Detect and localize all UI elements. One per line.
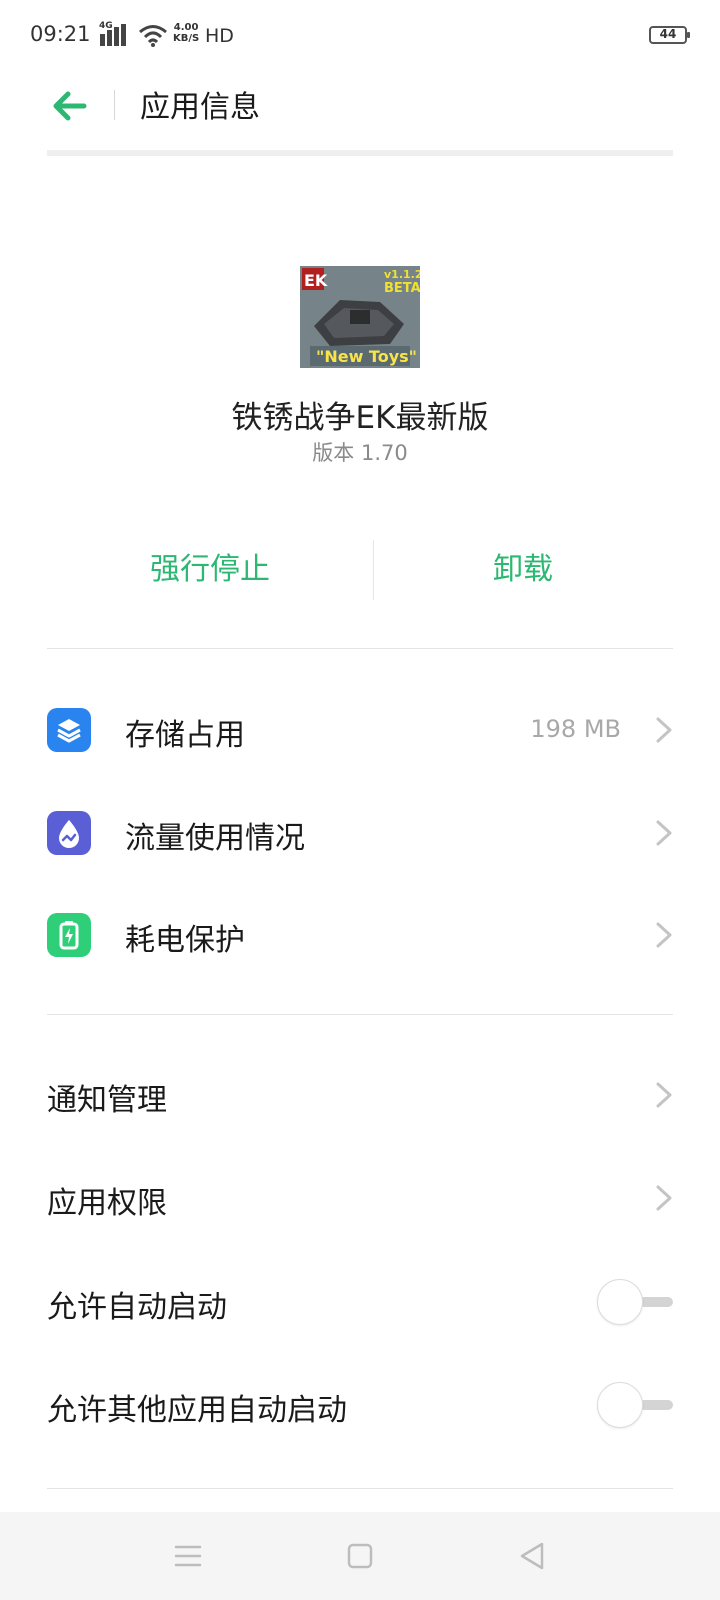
data-usage-icon [47, 811, 91, 855]
toggle-track [639, 1297, 673, 1307]
storage-value: 198 MB [530, 715, 621, 743]
uninstall-button[interactable]: 卸载 [373, 530, 673, 610]
storage-label: 存储占用 [125, 718, 245, 753]
chevron-right-icon [656, 922, 672, 948]
chevron-right-icon [656, 717, 672, 743]
auto-start-label: 允许自动启动 [47, 1290, 227, 1325]
battery-level: 44 [659, 27, 677, 41]
auto-start-toggle[interactable] [597, 1279, 673, 1325]
toggle-track [639, 1400, 673, 1410]
home-icon[interactable] [340, 1536, 380, 1576]
data-usage-row[interactable]: 流量使用情况 [47, 788, 673, 878]
header-rule [47, 150, 673, 156]
chevron-right-icon [656, 1185, 672, 1211]
power-protection-row[interactable]: 耗电保护 [47, 890, 673, 980]
network-speed: 4.00 KB/S [173, 22, 199, 44]
other-apps-auto-start-toggle[interactable] [597, 1382, 673, 1428]
power-protection-label: 耗电保护 [125, 923, 245, 958]
auto-start-row: 允许自动启动 [47, 1257, 673, 1347]
navigation-bar [0, 1512, 720, 1600]
battery-icon: 44 [649, 26, 690, 44]
header-divider [114, 90, 115, 120]
wifi-icon [139, 25, 167, 47]
storage-row[interactable]: 存储占用 198 MB [47, 685, 673, 775]
app-version: 版本 1.70 [312, 441, 408, 465]
header: 应用信息 [0, 72, 720, 152]
layers-icon [47, 708, 91, 752]
app-permissions-label: 应用权限 [47, 1186, 167, 1221]
svg-text:BETA: BETA [384, 281, 420, 296]
notification-management-row[interactable]: 通知管理 [47, 1050, 673, 1140]
force-stop-button[interactable]: 强行停止 [47, 530, 373, 610]
other-apps-auto-start-label: 允许其他应用自动启动 [47, 1393, 347, 1428]
svg-text:EK: EK [304, 271, 328, 290]
svg-text:"New Toys": "New Toys" [316, 347, 417, 366]
section-divider [47, 1014, 673, 1015]
chevron-right-icon [656, 820, 672, 846]
speed-unit: KB/S [173, 33, 200, 44]
battery-icon [47, 913, 91, 957]
speed-value: 4.00 [173, 22, 199, 33]
back-icon[interactable] [512, 1536, 552, 1576]
hd-indicator: HD [205, 25, 234, 47]
app-name: 铁锈战争EK最新版 [231, 400, 489, 436]
other-apps-auto-start-row: 允许其他应用自动启动 [47, 1360, 673, 1450]
notification-management-label: 通知管理 [47, 1083, 167, 1118]
svg-text:v1.1.2: v1.1.2 [384, 268, 420, 281]
section-divider [47, 648, 673, 649]
chevron-right-icon [656, 1082, 672, 1108]
back-arrow-icon[interactable] [48, 84, 92, 128]
status-time: 09:21 [30, 22, 91, 46]
menu-icon[interactable] [168, 1536, 208, 1576]
data-usage-label: 流量使用情况 [125, 821, 305, 856]
section-divider [47, 1488, 673, 1489]
page-title: 应用信息 [140, 90, 260, 125]
app-permissions-row[interactable]: 应用权限 [47, 1153, 673, 1243]
signal-icon [100, 24, 126, 46]
toggle-knob [597, 1279, 643, 1325]
toggle-knob [597, 1382, 643, 1428]
app-icon: EK v1.1.2 BETA "New Toys" [300, 266, 420, 368]
status-bar: 09:21 4G 4.00 KB/S HD 44 [0, 0, 720, 72]
action-bar: 强行停止 卸载 [47, 530, 673, 610]
